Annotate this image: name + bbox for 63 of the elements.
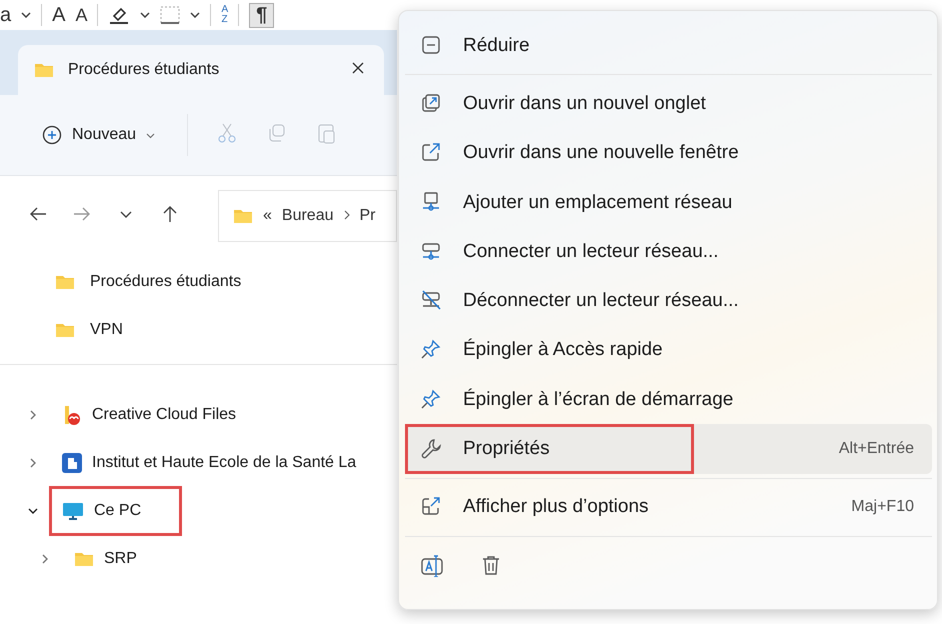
tree-item[interactable]: Institut et Haute Ecole de la Santé La <box>92 454 356 472</box>
caret-icon[interactable] <box>190 12 200 18</box>
grow-font-button[interactable]: A <box>52 4 66 26</box>
close-icon[interactable] <box>352 62 364 74</box>
menu-item-label: Ouvrir dans une nouvelle fenêtre <box>463 142 739 164</box>
caret-icon[interactable] <box>140 12 150 18</box>
address-bar[interactable]: « Bureau Pr <box>218 190 397 242</box>
shrink-font-button[interactable]: A <box>75 4 88 26</box>
menu-item[interactable]: Déconnecter un lecteur réseau... <box>405 276 932 326</box>
menu-item[interactable]: Afficher plus d’options Maj+F10 <box>405 482 932 532</box>
tree-item[interactable]: Ce PC <box>94 502 142 520</box>
caret-icon <box>146 133 156 139</box>
show-formatting-button[interactable]: ¶ <box>249 2 274 28</box>
folder-icon <box>34 62 54 78</box>
breadcrumb[interactable]: Bureau <box>282 207 334 225</box>
menu-item-label: Ouvrir dans un nouvel onglet <box>463 92 706 115</box>
folder-icon <box>74 551 94 567</box>
caret-icon[interactable] <box>21 12 32 18</box>
pin-icon <box>421 388 443 411</box>
overflow-chevron[interactable]: « <box>263 207 272 225</box>
menu-item[interactable]: Épingler à l’écran de démarrage <box>405 375 932 424</box>
plus-icon <box>42 125 62 145</box>
menu-item[interactable]: Ouvrir dans un nouvel onglet <box>405 79 932 129</box>
cloud-folder-icon <box>62 404 82 426</box>
shortcut-text: Alt+Entrée <box>838 440 914 458</box>
new-button[interactable]: Nouveau <box>38 121 160 149</box>
tree-item[interactable]: SRP <box>104 550 137 568</box>
menu-item-label: Épingler à l’écran de démarrage <box>463 388 734 411</box>
font-name-fragment[interactable]: a <box>0 4 12 26</box>
quick-access-item[interactable]: VPN <box>90 321 123 339</box>
folder-icon <box>233 208 253 224</box>
shortcut-text: Maj+F10 <box>851 498 914 516</box>
menu-item[interactable]: Ajouter un emplacement réseau <box>405 178 932 228</box>
menu-item-label: Déconnecter un lecteur réseau... <box>463 290 739 312</box>
chevron-right-icon[interactable] <box>28 410 38 420</box>
menu-item-label: Épingler à Accès rapide <box>463 339 663 362</box>
menu-item[interactable]: Connecter un lecteur réseau... <box>405 227 932 276</box>
building-icon <box>62 453 82 473</box>
tree-item[interactable]: Creative Cloud Files <box>92 406 236 424</box>
menu-item[interactable]: Ouvrir dans une nouvelle fenêtre <box>405 128 932 178</box>
folder-icon <box>55 322 75 338</box>
chevron-right-icon[interactable] <box>40 554 50 564</box>
breadcrumb[interactable]: Pr <box>360 207 376 225</box>
rename-icon[interactable] <box>421 554 443 577</box>
disconnect-drive-icon <box>421 290 443 312</box>
menu-item[interactable]: Épingler à Accès rapide <box>405 326 932 376</box>
folder-tab[interactable]: Procédures étudiants <box>18 45 384 95</box>
monitor-icon <box>62 501 84 521</box>
menu-item-label: Afficher plus d’options <box>463 496 649 518</box>
menu-item[interactable]: Propriétés Alt+Entrée <box>405 424 932 474</box>
quick-access-item[interactable]: Procédures étudiants <box>90 273 242 291</box>
folder-icon <box>55 274 75 290</box>
menu-item-label: Connecter un lecteur réseau... <box>463 240 719 263</box>
chevron-right-icon <box>344 210 350 220</box>
chevron-right-icon[interactable] <box>28 458 38 468</box>
borders-icon[interactable] <box>160 5 180 25</box>
menu-item[interactable]: Réduire <box>405 21 932 70</box>
menu-item-label: Réduire <box>463 34 530 57</box>
menu-item-label: Ajouter un emplacement réseau <box>463 192 732 214</box>
menu-item-label: Propriétés <box>463 438 550 460</box>
chevron-down-icon[interactable] <box>28 506 38 516</box>
wrench-icon <box>421 438 443 460</box>
sort-button[interactable]: A Z <box>221 5 228 25</box>
